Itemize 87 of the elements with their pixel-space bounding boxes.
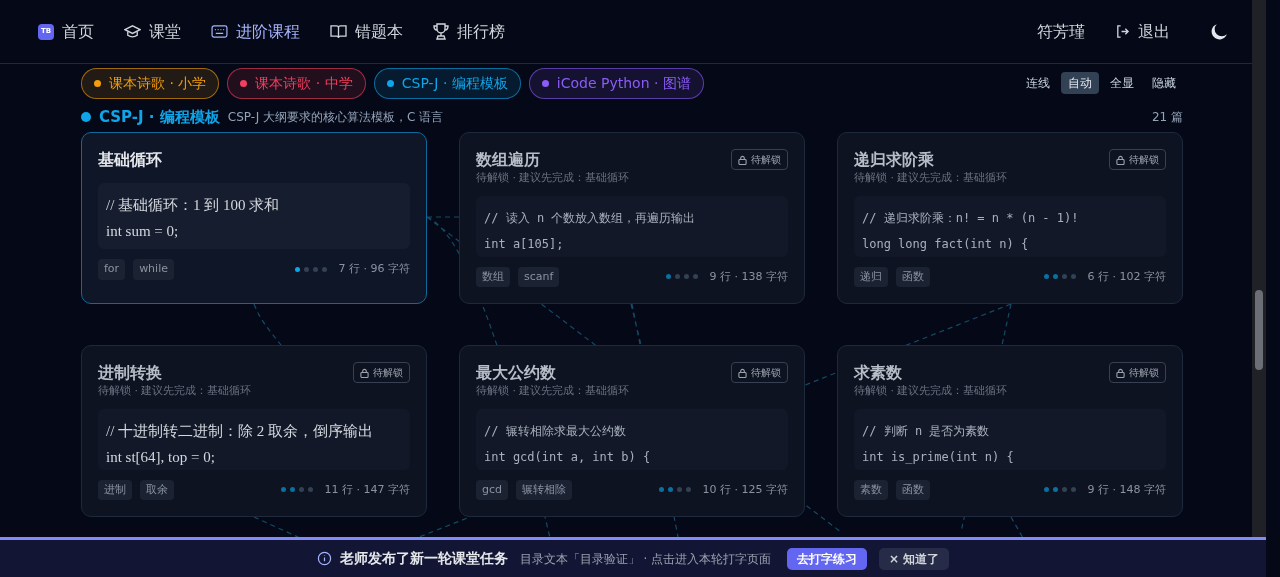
- template-card[interactable]: 最大公约数 待解锁 · 建议先完成：基础循环 待解锁 // 辗转相除求最大公约数 int gcd(int a, int b) { gcd 辗转相除 10 行 · 125 字符: [459, 345, 805, 517]
- template-card[interactable]: 递归求阶乘 待解锁 · 建议先完成：基础循环 待解锁 // 递归求阶乘：n! = n * (n - 1)! long long fact(int n) { 递归 函数 6 行 · 102 字符: [837, 132, 1183, 304]
- section-title: CSP-J · 编程模板: [99, 106, 220, 128]
- card-stats: 7 行 · 96 字符: [338, 261, 410, 277]
- card-title: 基础循环: [98, 149, 162, 171]
- connector-mode-option[interactable]: 自动: [1061, 72, 1099, 94]
- info-icon: [316, 551, 332, 566]
- card-stats: 9 行 · 138 字符: [709, 268, 788, 285]
- card-title: 进制转换: [98, 362, 163, 384]
- tag-chip: 取余: [140, 479, 174, 500]
- code-line: int st[64], top = 0;: [106, 448, 216, 467]
- trophy-icon: [433, 23, 449, 40]
- tag-chip: 辗转相除: [516, 479, 572, 500]
- code-line: int a[105];: [484, 236, 565, 253]
- nav-link[interactable]: 排行榜: [433, 19, 505, 44]
- code-line: int sum = 0;: [106, 222, 180, 241]
- locked-badge: 待解锁: [731, 149, 788, 170]
- banner-title: 老师发布了新一轮课堂任务: [339, 549, 508, 568]
- card-stats: 9 行 · 148 字符: [1087, 481, 1166, 498]
- code-line: // 十进制转二进制：除 2 取余，倒序输出: [106, 422, 375, 441]
- card-subtitle: 待解锁 · 建议先完成：基础循环: [854, 171, 1008, 184]
- card-subtitle: 待解锁 · 建议先完成：基础循环: [854, 384, 1008, 397]
- template-card[interactable]: 基础循环 // 基础循环：1 到 100 求和 int sum = 0; for while 7 行 · 96 字符: [81, 132, 427, 304]
- category-filter-pill[interactable]: 课本诗歌 · 中学: [227, 67, 366, 99]
- card-stats: 11 行 · 147 字符: [324, 481, 410, 498]
- tag-chip: while: [133, 259, 174, 280]
- tag-chip: gcd: [476, 479, 508, 500]
- section-dot: [81, 112, 91, 122]
- category-filter-pill[interactable]: 课本诗歌 · 小学: [81, 67, 220, 99]
- tag-chip: scanf: [518, 266, 560, 287]
- category-filter-pill[interactable]: CSP-J · 编程模板: [373, 67, 521, 99]
- tag-chip: 进制: [98, 479, 132, 500]
- nav-link[interactable]: 错题本: [330, 19, 403, 44]
- code-line: // 辗转相除求最大公约数: [484, 423, 627, 440]
- template-card[interactable]: 进制转换 待解锁 · 建议先完成：基础循环 待解锁 // 十进制转二进制：除 2 取余，倒序输出 int st[64], top = 0; 进制 取余 11 行 · 147 字符: [81, 345, 427, 517]
- locked-badge: 待解锁: [353, 362, 410, 383]
- section-count: 21 篇: [1151, 109, 1183, 126]
- locked-badge: 待解锁: [1109, 149, 1166, 170]
- lock-icon: [1116, 154, 1125, 165]
- lock-icon: [1116, 367, 1125, 378]
- code-line: long long fact(int n) {: [862, 236, 1030, 253]
- graduation-cap-icon: [124, 24, 141, 39]
- card-title: 最大公约数: [476, 362, 557, 384]
- card-subtitle: 待解锁 · 建议先完成：基础循环: [98, 384, 252, 397]
- card-subtitle: 待解锁 · 建议先完成：基础循环: [476, 384, 630, 397]
- tag-chip: 函数: [896, 266, 930, 287]
- lock-icon: [738, 154, 747, 165]
- card-title: 递归求阶乘: [854, 149, 935, 171]
- nav-link[interactable]: 进阶课程: [211, 19, 300, 44]
- card-title: 求素数: [854, 362, 903, 384]
- lock-icon: [360, 367, 369, 378]
- dismiss-button[interactable]: × 知道了: [879, 547, 950, 570]
- connector-label: 连线: [1025, 75, 1051, 92]
- scrollbar-thumb[interactable]: [1255, 290, 1263, 370]
- banner-text: 目录文本「目录验证」 · 点击进入本轮打字页面: [519, 550, 772, 568]
- connector-mode-option[interactable]: 隐藏: [1145, 72, 1183, 94]
- start-typing-button[interactable]: 去打字练习: [787, 547, 868, 570]
- locked-badge: 待解锁: [731, 362, 788, 383]
- tag-chip: for: [98, 259, 126, 280]
- user-name[interactable]: 符芳瑾: [1037, 19, 1085, 44]
- card-stats: 6 行 · 102 字符: [1087, 268, 1166, 285]
- card-stats: 10 行 · 125 字符: [702, 481, 788, 498]
- code-line: // 读入 n 个数放入数组，再遍历输出: [484, 210, 697, 227]
- logout-link[interactable]: 退出: [1115, 19, 1170, 44]
- tag-chip: 递归: [854, 266, 888, 287]
- tag-chip: 数组: [476, 266, 510, 287]
- code-line: int gcd(int a, int b) {: [484, 449, 652, 466]
- nav-link[interactable]: 课堂: [124, 19, 181, 44]
- code-line: // 基础循环：1 到 100 求和: [106, 196, 281, 215]
- template-card[interactable]: 求素数 待解锁 · 建议先完成：基础循环 待解锁 // 判断 n 是否为素数 int is_prime(int n) { 素数 函数 9 行 · 148 字符: [837, 345, 1183, 517]
- category-filter-pill[interactable]: iCode Python · 图谱: [528, 67, 704, 99]
- lock-icon: [738, 367, 747, 378]
- section-subtitle: CSP-J 大纲要求的核心算法模板，C 语言: [227, 109, 444, 126]
- template-card[interactable]: 数组遍历 待解锁 · 建议先完成：基础循环 待解锁 // 读入 n 个数放入数组，再遍历输出 int a[105]; 数组 scanf 9 行 · 138 字符: [459, 132, 805, 304]
- card-title: 数组遍历: [476, 149, 541, 171]
- theme-toggle-icon[interactable]: [1210, 22, 1228, 41]
- logout-icon: [1115, 24, 1130, 39]
- keyboard-icon: [211, 25, 228, 38]
- card-subtitle: 待解锁 · 建议先完成：基础循环: [476, 171, 630, 184]
- tag-chip: 函数: [896, 479, 930, 500]
- locked-badge: 待解锁: [1109, 362, 1166, 383]
- connector-mode-option[interactable]: 全显: [1103, 72, 1141, 94]
- code-line: int is_prime(int n) {: [862, 449, 1015, 466]
- code-line: // 递归求阶乘：n! = n * (n - 1)!: [862, 210, 1080, 227]
- book-icon: [330, 24, 347, 39]
- tag-chip: 素数: [854, 479, 888, 500]
- code-line: // 判断 n 是否为素数: [862, 423, 991, 440]
